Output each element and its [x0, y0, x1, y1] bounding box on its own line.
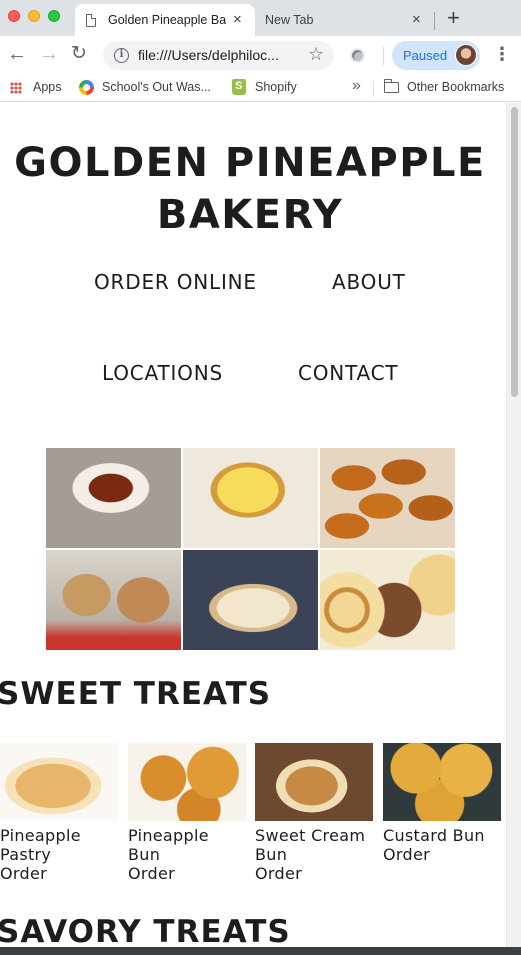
tab-golden-pineapple[interactable]: Golden Pineapple Ba ×: [75, 4, 255, 36]
product-photo: [128, 743, 246, 821]
school-favicon-icon: [79, 80, 94, 95]
nav-contact[interactable]: CONTACT: [298, 361, 398, 385]
apps-grid-icon[interactable]: [10, 82, 22, 94]
bookmark-schools-out[interactable]: School's Out Was...: [102, 80, 211, 94]
back-arrow-icon[interactable]: ←: [7, 44, 27, 64]
bookmark-other-bookmarks[interactable]: Other Bookmarks: [407, 80, 504, 94]
product-name: Pineapple Pastry: [0, 826, 81, 864]
extension-icon[interactable]: [350, 48, 365, 63]
order-link[interactable]: Order: [383, 845, 501, 864]
bookmarks-overflow-button[interactable]: »: [352, 77, 361, 95]
shopify-favicon-icon: [232, 79, 246, 95]
window-bottom-edge: [0, 947, 521, 955]
page-viewport: GOLDEN PINEAPPLE BAKERY ORDER ONLINE ABO…: [0, 103, 506, 947]
collage-photo: [46, 448, 181, 548]
product-photo: [0, 743, 118, 821]
collage-photo: [320, 448, 455, 548]
site-title: GOLDEN PINEAPPLE BAKERY: [0, 137, 500, 241]
product-card: Sweet Cream Bun Order: [255, 743, 373, 883]
product-photo: [383, 743, 501, 821]
page-icon: [86, 14, 96, 27]
more-vert-icon[interactable]: ⋮: [493, 44, 511, 64]
new-tab-button[interactable]: +: [447, 6, 460, 30]
window-close-button[interactable]: [8, 10, 20, 22]
product-name: Custard Bun: [383, 826, 485, 845]
product-name: Pineapple Bun: [128, 826, 209, 864]
tab-divider: [434, 12, 435, 30]
order-link[interactable]: Order: [0, 864, 118, 883]
order-link[interactable]: Order: [128, 864, 246, 883]
product-card: Pineapple Bun Order: [128, 743, 246, 883]
window-minimize-button[interactable]: [28, 10, 40, 22]
profile-status: Paused: [403, 48, 448, 63]
collage-photo: [183, 550, 318, 650]
product-photo: [255, 743, 373, 821]
collage-photo: [46, 550, 181, 650]
nav-order-online[interactable]: ORDER ONLINE: [94, 270, 257, 294]
tab-new-tab[interactable]: New Tab ×: [255, 4, 435, 36]
collage-photo: [320, 550, 455, 650]
product-card: Custard Bun Order: [383, 743, 501, 864]
forward-arrow-icon[interactable]: →: [39, 44, 59, 64]
tab-title: New Tab: [265, 13, 314, 27]
collage-photo: [183, 448, 318, 548]
nav-locations[interactable]: LOCATIONS: [102, 361, 223, 385]
info-icon[interactable]: i: [114, 48, 129, 63]
hero-photo-collage: [46, 448, 455, 650]
bookmark-shopify[interactable]: Shopify: [255, 80, 297, 94]
bookmark-apps[interactable]: Apps: [33, 80, 62, 94]
nav-about[interactable]: ABOUT: [332, 270, 406, 294]
tab-title: Golden Pineapple Ba: [108, 13, 226, 27]
reload-icon[interactable]: ↻: [71, 44, 87, 64]
tab-strip: Golden Pineapple Ba × New Tab × +: [0, 0, 521, 36]
bookmarks-bar: Apps School's Out Was... Shopify » Other…: [0, 74, 521, 102]
order-link[interactable]: Order: [255, 864, 373, 883]
star-icon[interactable]: ☆: [308, 44, 324, 65]
product-name: Sweet Cream Bun: [255, 826, 366, 864]
avatar: [455, 44, 477, 66]
tab-close-icon[interactable]: ×: [412, 12, 421, 28]
product-card: Pineapple Pastry Order: [0, 743, 118, 883]
bookmarks-divider: [373, 81, 374, 97]
scrollbar-thumb[interactable]: [511, 107, 518, 397]
tab-close-icon[interactable]: ×: [233, 12, 242, 28]
savory-treats-heading: SAVORY TREATS: [0, 914, 291, 947]
profile-button[interactable]: Paused: [392, 41, 480, 70]
site-title-line-2: BAKERY: [156, 192, 344, 238]
url-text[interactable]: file:///Users/delphiloc...: [138, 47, 279, 63]
sweet-treats-heading: SWEET TREATS: [0, 676, 272, 712]
page-scrollbar[interactable]: [506, 103, 521, 947]
window-maximize-button[interactable]: [48, 10, 60, 22]
toolbar-divider: [383, 47, 384, 65]
site-title-line-1: GOLDEN PINEAPPLE: [14, 140, 486, 186]
browser-toolbar: ← → ↻ i file:///Users/delphiloc... ☆ Pau…: [0, 36, 521, 74]
folder-icon: [383, 79, 399, 93]
address-bar[interactable]: i file:///Users/delphiloc... ☆: [103, 41, 334, 70]
